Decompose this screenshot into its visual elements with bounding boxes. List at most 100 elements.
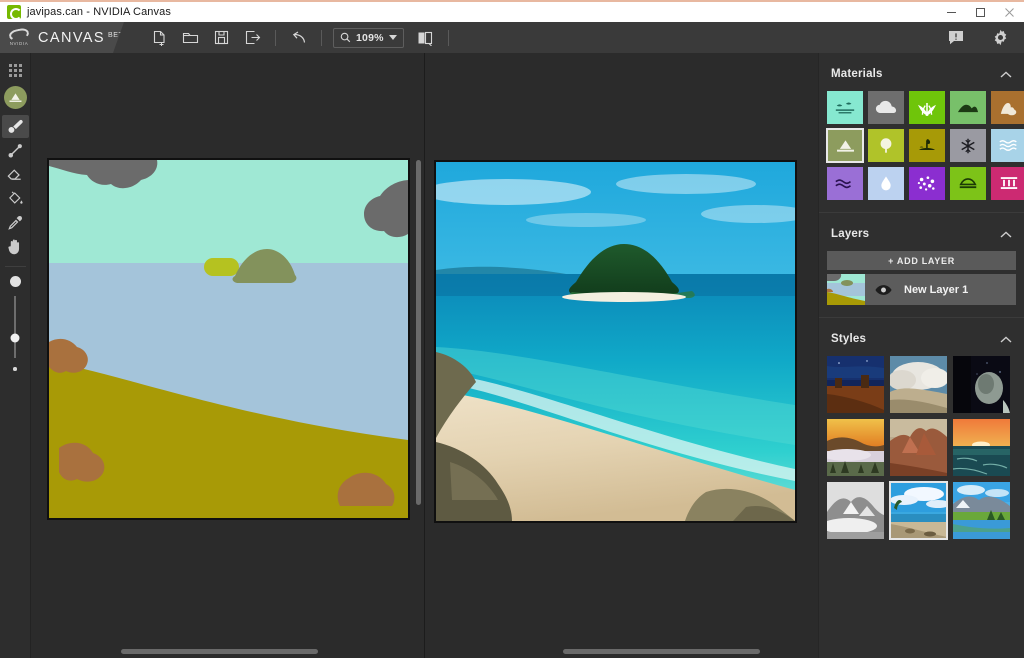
maximize-icon[interactable] (966, 2, 995, 22)
nvidia-logo-icon (7, 5, 22, 20)
layer-row[interactable]: New Layer 1 (827, 274, 1016, 305)
materials-title: Materials (831, 68, 883, 80)
material-fog[interactable] (868, 167, 904, 200)
material-flowers[interactable] (909, 167, 945, 200)
feedback-icon[interactable] (940, 25, 971, 51)
canvas-area (31, 53, 818, 658)
ai-rendered-output-pane[interactable] (425, 53, 818, 658)
style-alpine-lake[interactable] (953, 482, 1010, 539)
hill-icon (957, 104, 979, 113)
birds-icon (835, 102, 855, 113)
material-hill[interactable] (950, 91, 986, 124)
style-ocean-sunset[interactable] (953, 419, 1010, 476)
material-water[interactable] (991, 129, 1024, 162)
split-view-icon[interactable] (410, 25, 441, 51)
style-golden-sunset-fog[interactable] (827, 419, 884, 476)
zoom-value: 109% (356, 31, 384, 44)
layers-chevron-up-icon[interactable] (1000, 225, 1012, 243)
add-layer-button[interactable]: + ADD LAYER (827, 251, 1016, 270)
pen-line-icon[interactable] (2, 139, 29, 162)
new-file-icon[interactable] (144, 25, 175, 51)
brand-block: NVIDIA CANVAS BETA (0, 22, 124, 53)
window-title: javipas.can - NVIDIA Canvas (27, 6, 171, 18)
segmentation-sketch-pane[interactable] (31, 53, 424, 658)
open-folder-icon[interactable] (175, 25, 206, 51)
sand-icon (1000, 102, 1017, 115)
chevron-up-icon[interactable] (1000, 65, 1012, 83)
ai-rendered-output[interactable] (434, 160, 797, 523)
material-sand[interactable] (991, 91, 1024, 124)
window-titlebar: javipas.can - NVIDIA Canvas (0, 0, 1024, 22)
paintbrush-icon[interactable] (1, 115, 29, 138)
slider-track[interactable] (10, 296, 20, 358)
grass-icon (917, 102, 937, 116)
toolbar-right (940, 25, 1024, 51)
toolbar-divider (275, 29, 276, 46)
tool-rail (0, 53, 31, 658)
small-dot-icon (13, 367, 17, 371)
material-tree[interactable] (909, 129, 945, 162)
right-panel: Materials Layers + ADD LAYER New Layer 1… (818, 53, 1024, 658)
eraser-icon[interactable] (2, 163, 29, 186)
material-river[interactable] (827, 167, 863, 200)
eye-icon[interactable] (875, 284, 892, 296)
app-name: CANVAS (38, 29, 105, 46)
material-sky[interactable] (827, 91, 863, 124)
zoom-control[interactable]: 109% (333, 27, 404, 48)
style-red-canyon-peak[interactable] (890, 419, 947, 476)
export-icon[interactable] (237, 25, 268, 51)
material-cloud[interactable] (868, 91, 904, 124)
mountain-icon (9, 92, 21, 102)
material-ruins[interactable] (991, 167, 1024, 200)
material-bush[interactable] (868, 129, 904, 162)
minimize-icon[interactable] (937, 2, 966, 22)
save-disk-icon[interactable] (206, 25, 237, 51)
segmentation-sketch[interactable] (47, 158, 410, 520)
large-dot-icon (9, 276, 21, 287)
material-snow[interactable] (950, 129, 986, 162)
materials-grid (819, 91, 1024, 210)
beta-badge: BETA (107, 31, 129, 39)
style-tropical-beach[interactable] (889, 481, 948, 540)
materials-header[interactable]: Materials (819, 53, 1024, 91)
style-rocky-clouds[interactable] (890, 356, 947, 413)
render-horizontal-scrollbar[interactable] (563, 649, 760, 654)
layer-thumbnail (827, 274, 865, 305)
window-controls (937, 2, 1024, 22)
river-icon (835, 179, 852, 189)
slider-handle[interactable] (10, 333, 20, 343)
eyedropper-icon[interactable] (2, 211, 29, 234)
undo-arrow-icon[interactable] (283, 25, 314, 51)
sketch-horizontal-scrollbar[interactable] (121, 649, 318, 654)
current-material-swatch[interactable] (3, 86, 27, 109)
layer-name: New Layer 1 (904, 283, 969, 296)
material-grass[interactable] (909, 91, 945, 124)
style-desert-night[interactable] (827, 356, 884, 413)
canvas-vertical-scrollbar[interactable] (416, 160, 421, 505)
temple-icon (1000, 177, 1018, 189)
dot-grid-icon[interactable] (2, 59, 29, 82)
mountain-icon (836, 139, 854, 152)
toolbar-divider-3 (447, 29, 449, 46)
magnifier-icon (340, 32, 351, 43)
layers-title: Layers (831, 228, 870, 240)
paint-bucket-icon[interactable] (2, 187, 29, 210)
brush-size-slider[interactable] (9, 274, 21, 371)
water-waves-icon (999, 140, 1017, 151)
style-dark-cave[interactable] (953, 356, 1010, 413)
gear-icon[interactable] (985, 25, 1016, 51)
style-grey-snow-mountain[interactable] (827, 482, 884, 539)
material-rock[interactable] (950, 167, 986, 200)
water-drop-icon (881, 176, 891, 191)
hand-icon[interactable] (2, 235, 29, 258)
styles-grid (819, 356, 1024, 547)
material-mountain[interactable] (826, 128, 864, 163)
styles-header[interactable]: Styles (819, 318, 1024, 356)
flowers-icon (917, 175, 935, 191)
styles-chevron-up-icon[interactable] (1000, 330, 1012, 348)
cloud-icon (875, 100, 897, 113)
layers-header[interactable]: Layers (819, 213, 1024, 251)
close-icon[interactable] (995, 2, 1024, 22)
chevron-down-icon (388, 34, 397, 40)
snowflake-icon (961, 138, 975, 153)
